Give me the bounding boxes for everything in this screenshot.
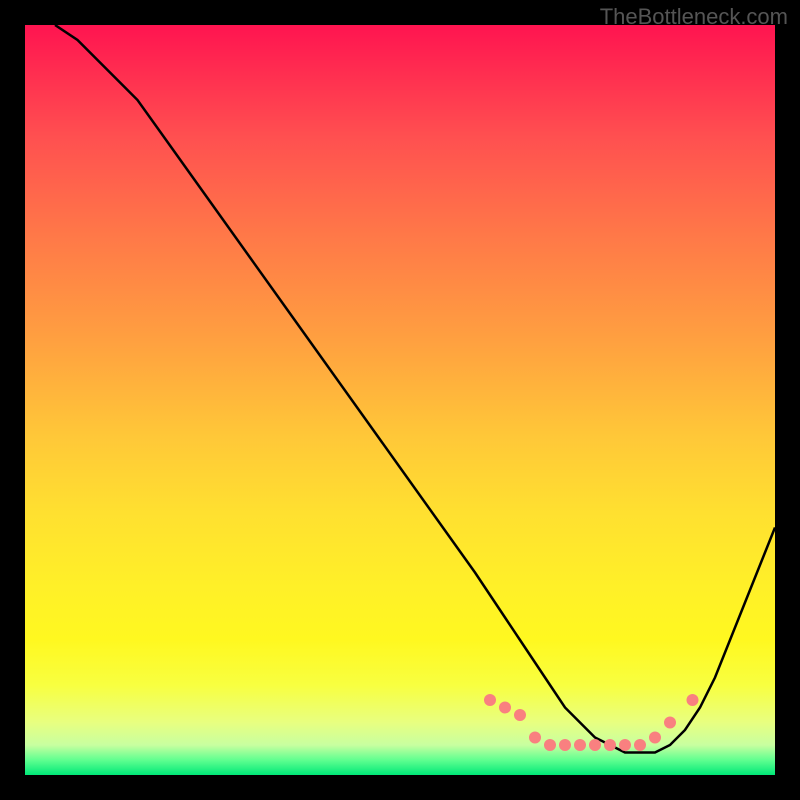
plot-area <box>25 25 775 775</box>
data-marker <box>589 739 601 751</box>
data-marker <box>544 739 556 751</box>
data-marker <box>499 702 511 714</box>
curve-group <box>55 25 775 753</box>
data-marker <box>604 739 616 751</box>
data-marker <box>634 739 646 751</box>
chart-svg <box>25 25 775 775</box>
data-marker <box>687 694 699 706</box>
markers-group <box>484 694 699 751</box>
data-marker <box>574 739 586 751</box>
watermark-text: TheBottleneck.com <box>600 4 788 30</box>
data-marker <box>664 717 676 729</box>
data-marker <box>649 732 661 744</box>
data-marker <box>559 739 571 751</box>
data-marker <box>514 709 526 721</box>
data-marker <box>619 739 631 751</box>
data-marker <box>529 732 541 744</box>
curve-line <box>55 25 775 753</box>
data-marker <box>484 694 496 706</box>
